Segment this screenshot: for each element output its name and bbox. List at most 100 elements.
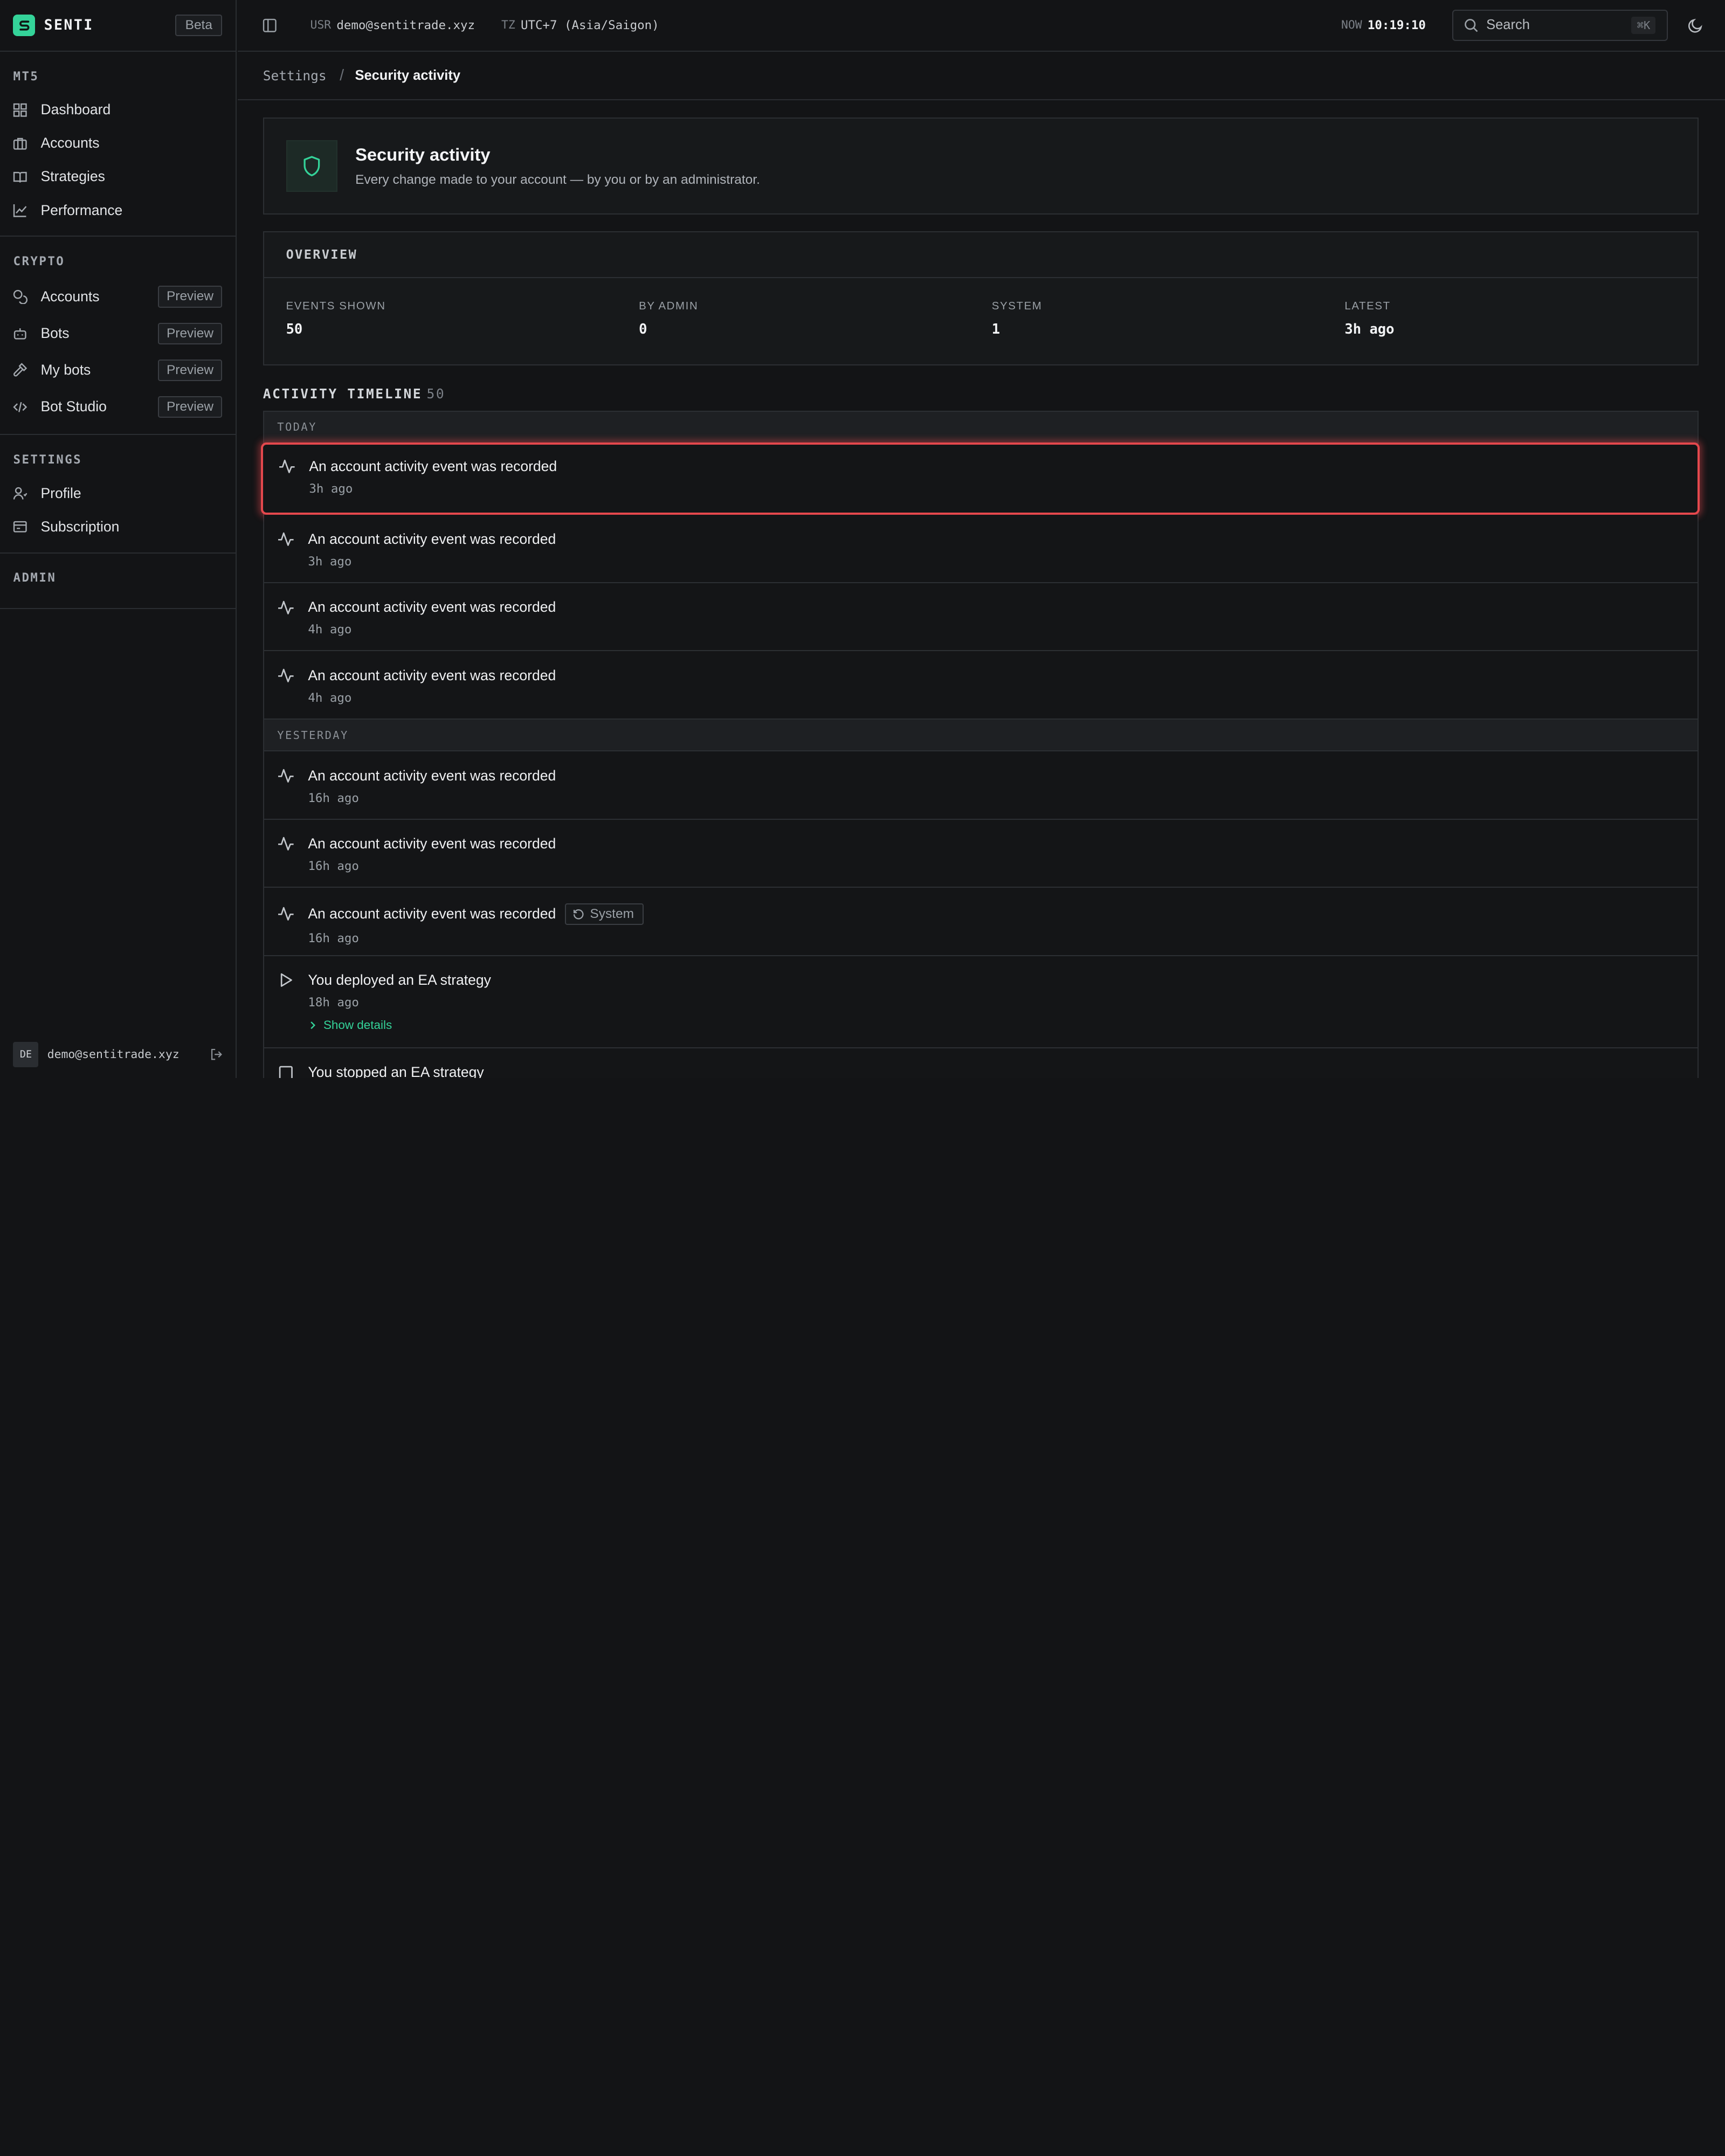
event-row: An account activity event was recorded <box>277 599 1698 617</box>
hammer-icon <box>13 362 29 378</box>
sidebar-item-my-bots[interactable]: My bots Preview <box>0 352 236 389</box>
brand-name: SENTI <box>44 17 94 34</box>
event-title: An account activity event was recorded <box>308 667 556 683</box>
card-icon <box>13 519 29 535</box>
chart-line-icon <box>13 203 29 218</box>
usr-label: USR <box>310 18 332 32</box>
nav-heading-crypto: CRYPTO <box>13 254 65 268</box>
search-input[interactable]: Search ⌘K <box>1452 10 1668 41</box>
avatar[interactable]: DE <box>13 1041 39 1067</box>
sidebar-item-bots[interactable]: Bots Preview <box>0 315 236 352</box>
sidebar-item-label: Dashboard <box>40 101 111 118</box>
timeline-event[interactable]: An account activity event was recorded 1… <box>264 819 1698 888</box>
grid-icon <box>13 102 29 118</box>
event-title: An account activity event was recorded <box>308 835 556 852</box>
moon-icon[interactable] <box>1688 18 1703 33</box>
now-value: 10:19:10 <box>1367 18 1426 32</box>
activity-icon <box>277 667 295 685</box>
nav-heading-mt5: MT5 <box>13 69 39 84</box>
sidebar-item-label: Subscription <box>40 518 120 535</box>
preview-badge: Preview <box>157 322 223 344</box>
system-badge: System <box>564 903 644 925</box>
stat-value: 1 <box>991 321 1000 338</box>
activity-icon <box>277 530 295 548</box>
search-shortcut: ⌘K <box>1631 16 1656 34</box>
sidebar-item-accounts[interactable]: Accounts <box>0 127 236 160</box>
event-time: 16h ago <box>308 931 359 946</box>
sidebar-item-crypto-accounts[interactable]: Accounts Preview <box>0 278 236 315</box>
timeline-title-text: ACTIVITY TIMELINE <box>263 386 423 402</box>
stat-label: EVENTS SHOWN <box>286 300 386 313</box>
sidebar-item-bot-studio[interactable]: Bot Studio Preview <box>0 389 236 425</box>
tz-value: UTC+7 (Asia/Saigon) <box>520 18 659 32</box>
event-title: An account activity event was recorded <box>308 599 556 616</box>
user-footer: DE demo@sentitrade.xyz <box>0 1031 237 1078</box>
stat-value: 3h ago <box>1344 321 1395 338</box>
event-row: An account activity event was recorded <box>277 767 1698 785</box>
timeline-event[interactable]: An account activity event was recorded 1… <box>264 751 1698 820</box>
event-row: You deployed an EA strategy <box>277 971 1698 989</box>
nav-section-settings: SETTINGS Profile Subscription <box>0 435 236 554</box>
sidebar-item-dashboard[interactable]: Dashboard <box>0 93 236 127</box>
coins-icon <box>13 289 29 305</box>
activity-icon <box>277 599 295 617</box>
breadcrumb-separator: / <box>340 67 344 85</box>
book-icon <box>13 169 29 185</box>
event-title: An account activity event was recorded <box>308 767 556 784</box>
event-time: 16h ago <box>308 859 359 874</box>
shield-icon <box>286 140 338 192</box>
timeline-event[interactable]: An account activity event was recorded 4… <box>264 583 1698 652</box>
beta-badge: Beta <box>175 14 223 37</box>
bot-icon <box>13 326 29 341</box>
preview-badge: Preview <box>157 359 223 381</box>
sidebar-item-label: Performance <box>40 202 123 218</box>
event-row: An account activity event was recorded <box>277 530 1698 548</box>
system-badge-label: System <box>590 906 634 921</box>
show-details-link[interactable]: Show details <box>308 1018 1698 1032</box>
app-root: SENTI Beta MT5 Dashboard Accounts Strate… <box>0 0 1725 1078</box>
sidebar-item-performance[interactable]: Performance <box>0 194 236 227</box>
event-time: 3h ago <box>309 482 353 496</box>
preview-badge: Preview <box>157 396 223 418</box>
stat-label: SYSTEM <box>991 300 1043 313</box>
stat-events-shown: EVENTS SHOWN 50 <box>286 300 639 337</box>
timeline-event[interactable]: An account activity event was recorded 3… <box>260 442 1700 515</box>
search-placeholder: Search <box>1486 17 1530 33</box>
overview-stats: EVENTS SHOWN 50 BY ADMIN 0 SYSTEM 1 LATE… <box>264 278 1698 337</box>
activity-timeline: TODAY An account activity event was reco… <box>260 410 1700 1078</box>
timeline-event[interactable]: An account activity event was recorded 3… <box>264 515 1698 583</box>
breadcrumb-settings[interactable]: Settings <box>263 68 327 84</box>
user-icon <box>13 486 29 501</box>
sidebar: SENTI Beta MT5 Dashboard Accounts Strate… <box>0 0 237 1078</box>
timeline-title: ACTIVITY TIMELINE 50 <box>263 386 1699 402</box>
brand-logo-icon[interactable] <box>13 14 36 37</box>
stop-icon <box>277 1064 295 1078</box>
timeline-event[interactable]: You deployed an EA strategy 18h ago Show… <box>264 956 1698 1049</box>
sidebar-item-profile[interactable]: Profile <box>0 476 236 510</box>
preview-badge: Preview <box>157 286 223 308</box>
page-subtitle: Every change made to your account — by y… <box>355 172 760 188</box>
nav-section-admin: ADMIN <box>0 554 236 610</box>
event-row: An account activity event was recorded <box>278 458 1698 475</box>
logout-icon[interactable] <box>210 1048 223 1061</box>
timeline-event[interactable]: An account activity event was recorded S… <box>264 888 1698 956</box>
sidebar-item-label: Bot Studio <box>40 398 107 415</box>
code-icon <box>13 399 29 415</box>
nav-section-mt5: MT5 Dashboard Accounts Strategies Perfor… <box>0 52 236 237</box>
timeline-event[interactable]: An account activity event was recorded 4… <box>264 651 1698 720</box>
event-title: An account activity event was recorded <box>308 530 556 547</box>
sidebar-item-subscription[interactable]: Subscription <box>0 510 236 543</box>
sidebar-item-label: Bots <box>40 325 70 342</box>
main-content: Security activity Every change made to y… <box>260 118 1700 1078</box>
usr-value: demo@sentitrade.xyz <box>336 18 475 32</box>
event-time: 18h ago <box>308 996 359 1010</box>
timeline-event[interactable]: You stopped an EA strategy <box>264 1048 1698 1078</box>
breadcrumb-current: Security activity <box>355 68 461 84</box>
sidebar-toggle-icon[interactable] <box>262 18 278 33</box>
activity-icon <box>278 458 296 475</box>
event-title: An account activity event was recorded <box>308 906 556 922</box>
sidebar-item-strategies[interactable]: Strategies <box>0 160 236 194</box>
sidebar-item-label: Profile <box>40 485 81 501</box>
clock: NOW 10:19:10 <box>1341 18 1426 32</box>
group-heading-today: TODAY <box>264 411 1698 444</box>
